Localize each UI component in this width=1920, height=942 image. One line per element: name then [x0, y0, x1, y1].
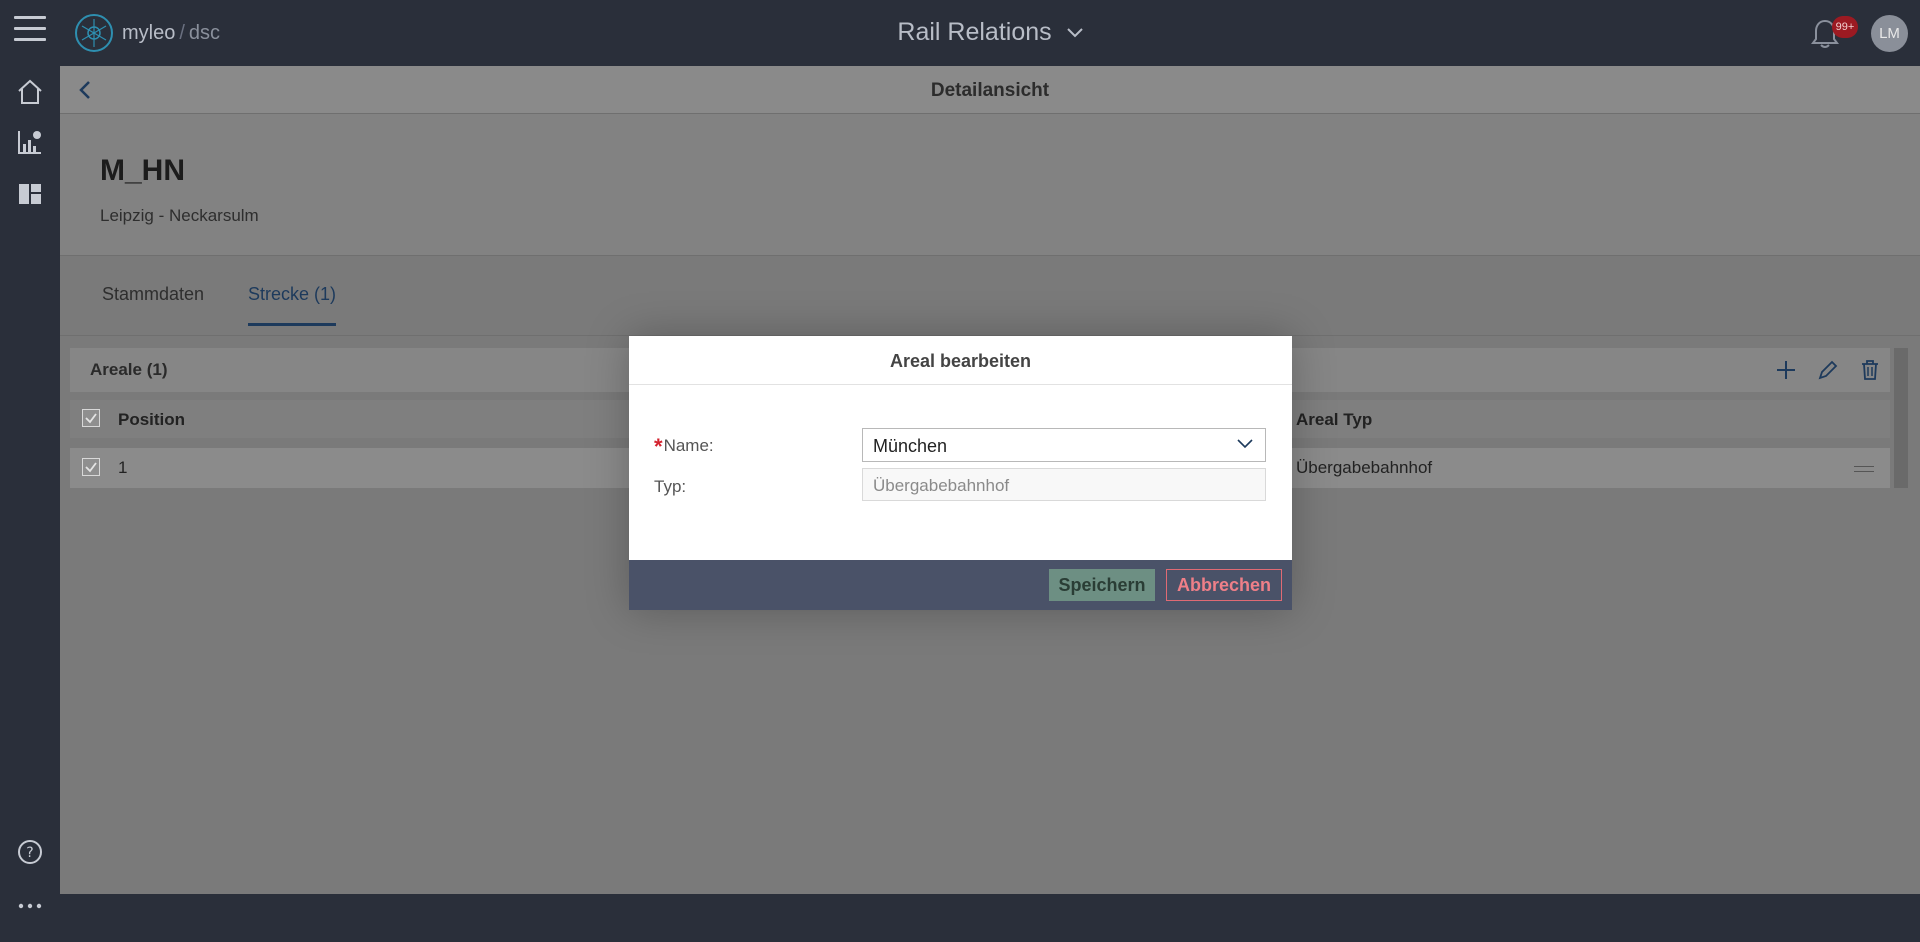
- detail-header: Detailansicht: [60, 66, 1920, 114]
- tab-bar: Stammdaten Strecke (1): [60, 256, 1920, 336]
- add-icon[interactable]: [1774, 358, 1798, 382]
- chevron-down-icon: [1066, 28, 1083, 38]
- sidebar: ?: [0, 66, 60, 942]
- name-select[interactable]: München: [862, 428, 1266, 462]
- record-subtitle: Leipzig - Neckarsulm: [100, 206, 259, 225]
- record-id: M_HN: [100, 154, 186, 187]
- check-icon: [85, 413, 97, 424]
- type-field-value: Übergabebahnhof: [873, 476, 1010, 495]
- app-title-dropdown[interactable]: Rail Relations: [0, 18, 1920, 47]
- home-icon[interactable]: [16, 78, 44, 106]
- column-header-areal-typ[interactable]: Areal Typ: [1296, 410, 1372, 430]
- cell-position: 1: [118, 458, 128, 477]
- delete-icon[interactable]: [1858, 358, 1882, 382]
- help-icon[interactable]: ?: [16, 838, 44, 866]
- dialog-title: Areal bearbeiten: [629, 336, 1292, 385]
- more-icon[interactable]: [16, 892, 44, 920]
- top-bar: myleo / dsc Rail Relations 99+ LM: [0, 0, 1920, 66]
- scrollbar[interactable]: [1894, 348, 1908, 488]
- name-select-value: München: [873, 436, 948, 456]
- svg-text:?: ?: [26, 845, 33, 861]
- bottom-bar: [60, 894, 1920, 942]
- dashboard-icon[interactable]: [16, 180, 44, 208]
- name-label-text: Name:: [663, 436, 714, 455]
- edit-icon[interactable]: [1816, 358, 1840, 382]
- dialog-footer: Speichern Abbrechen: [629, 560, 1292, 610]
- cancel-button[interactable]: Abbrechen: [1166, 569, 1282, 601]
- panel-title: Areale (1): [90, 360, 168, 379]
- save-button[interactable]: Speichern: [1049, 569, 1155, 601]
- chevron-down-icon: [1237, 439, 1253, 449]
- column-header-position[interactable]: Position: [118, 410, 185, 430]
- page-title: Detailansicht: [930, 80, 1050, 101]
- tab-strecke[interactable]: Strecke (1): [248, 284, 337, 326]
- row-checkbox[interactable]: [82, 458, 100, 476]
- check-icon: [85, 462, 97, 473]
- select-all-checkbox[interactable]: [82, 409, 100, 427]
- cell-areal-typ: Übergabebahnhof: [1296, 458, 1433, 477]
- required-marker: *: [654, 434, 663, 459]
- name-field-label: *Name:: [654, 434, 714, 460]
- type-field-label: Typ:: [654, 477, 687, 496]
- tab-stammdaten[interactable]: Stammdaten: [102, 284, 204, 323]
- record-header: M_HN Leipzig - Neckarsulm: [60, 114, 1920, 256]
- drag-handle-icon[interactable]: [1854, 466, 1874, 472]
- app-title: Rail Relations: [897, 18, 1052, 46]
- panel-actions: [1774, 358, 1882, 382]
- notification-badge: 99+: [1832, 16, 1858, 38]
- user-avatar[interactable]: LM: [1871, 15, 1908, 52]
- edit-areal-dialog: Areal bearbeiten *Name: München Typ: Übe…: [629, 336, 1292, 610]
- type-field: Übergabebahnhof: [862, 468, 1266, 501]
- chart-icon[interactable]: [16, 128, 44, 156]
